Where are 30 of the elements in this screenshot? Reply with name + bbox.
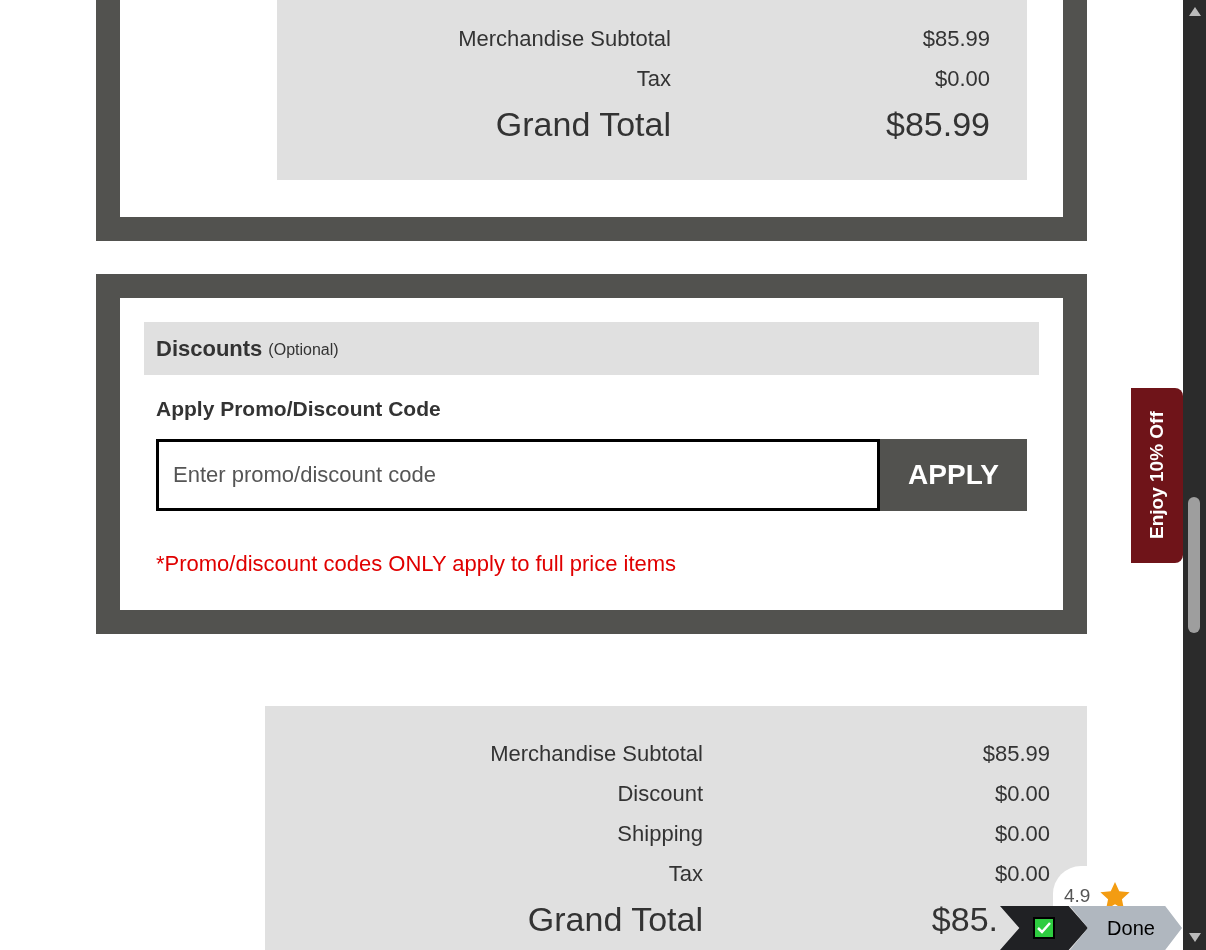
- promo-warning: *Promo/discount codes ONLY apply to full price items: [156, 549, 678, 578]
- rating-score: 4.9: [1064, 884, 1091, 908]
- summary-label: Grand Total: [494, 103, 671, 145]
- summary-label: Merchandise Subtotal: [457, 24, 671, 53]
- summary-label: Tax: [635, 64, 671, 93]
- promo-field[interactable]: Enter promo/discount code: [156, 438, 880, 511]
- discounts-title: Discounts: [156, 335, 263, 363]
- promo-tab[interactable]: Enjoy 10% Off: [1131, 388, 1183, 563]
- scroll-down-icon[interactable]: [1189, 933, 1201, 942]
- scrollbar-thumb[interactable]: [1188, 497, 1200, 633]
- summary-value: $85.: [930, 899, 998, 940]
- summary-value: $85.99: [885, 103, 990, 145]
- summary-label: Shipping: [616, 820, 703, 848]
- summary-value: $0.00: [993, 780, 1050, 808]
- summary-label: Discount: [616, 780, 703, 808]
- summary-value: $0.00: [933, 64, 990, 93]
- summary-label: Tax: [667, 860, 703, 888]
- scrollbar[interactable]: [1183, 0, 1206, 950]
- optional-note: (Optional): [268, 340, 339, 360]
- summary-label: Merchandise Subtotal: [489, 740, 703, 768]
- summary-value: $0.00: [993, 820, 1050, 848]
- summary-value: $0.00: [993, 860, 1050, 888]
- summary-value: $85.99: [921, 24, 990, 53]
- check-icon[interactable]: [1033, 917, 1055, 939]
- summary-label: Grand Total: [526, 899, 703, 940]
- done-button[interactable]: Done: [1070, 906, 1182, 950]
- scroll-up-icon[interactable]: [1189, 7, 1201, 16]
- apply-button[interactable]: APPLY: [880, 438, 1027, 511]
- promo-label: Apply Promo/Discount Code: [156, 396, 442, 422]
- summary-value: $85.99: [981, 740, 1050, 768]
